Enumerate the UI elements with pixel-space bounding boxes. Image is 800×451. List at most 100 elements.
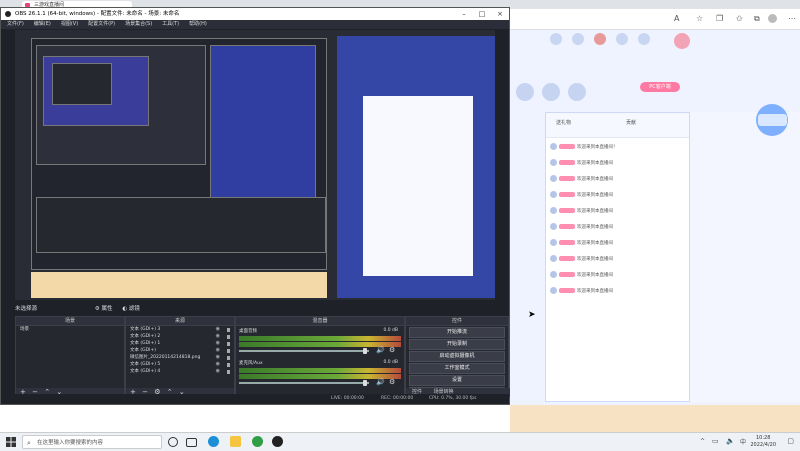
mixer-channel-db: 0.0 dB: [383, 328, 398, 333]
source-item[interactable]: 文本 (GDI+) 4 ◉: [126, 368, 234, 375]
obs-taskbar-icon[interactable]: [272, 436, 283, 447]
minimize-icon[interactable]: –: [455, 8, 473, 20]
scene-item[interactable]: 场景: [16, 326, 124, 333]
source-item[interactable]: 文本 (GDI+) 2 ◉: [126, 333, 234, 340]
source-item[interactable]: 文本 (GDI+) ◉: [126, 347, 234, 354]
system-clock[interactable]: 10:28 2022/4/20: [750, 435, 776, 449]
fan-badge: [559, 240, 575, 245]
nav-icon-3[interactable]: [594, 33, 606, 45]
nav-icon-1[interactable]: [550, 33, 562, 45]
favorites-icon[interactable]: ✩: [736, 15, 743, 23]
visibility-eye-icon[interactable]: ◉: [216, 368, 220, 375]
speaker-icon[interactable]: 🔊: [376, 346, 385, 354]
visibility-eye-icon[interactable]: ◉: [216, 361, 220, 368]
visibility-eye-icon[interactable]: ◉: [216, 347, 220, 354]
maximize-icon[interactable]: □: [473, 8, 491, 20]
volume-slider-knob[interactable]: [363, 380, 367, 386]
extensions-icon[interactable]: ⧉: [754, 15, 760, 23]
control-button[interactable]: 工作室模式: [409, 363, 505, 374]
volume-icon[interactable]: 🔈: [726, 437, 735, 445]
chat-header-right[interactable]: 贡献: [626, 119, 636, 126]
user-avatar[interactable]: [550, 175, 557, 182]
lock-icon[interactable]: [227, 335, 230, 339]
ime-icon[interactable]: 中: [740, 437, 746, 446]
source-item[interactable]: 文本 (GDI+) 1 ◉: [126, 340, 234, 347]
properties-button[interactable]: ⚙ 属性: [95, 306, 113, 312]
notifications-icon[interactable]: ▢: [787, 437, 794, 445]
rank-icon-3[interactable]: [568, 83, 586, 101]
streamer-avatar[interactable]: [674, 33, 690, 49]
nav-icon-2[interactable]: [572, 33, 584, 45]
chat-message-text: 欢迎来到本直播间！: [577, 145, 618, 150]
control-button[interactable]: 设置: [409, 375, 505, 386]
rank-icon-1[interactable]: [516, 83, 534, 101]
user-avatar[interactable]: [550, 239, 557, 246]
obs-menu-item[interactable]: 视图(V): [61, 21, 78, 27]
chat-header-left[interactable]: 送礼物: [556, 119, 571, 126]
favorite-star-icon[interactable]: ☆: [696, 15, 703, 23]
gear-icon[interactable]: ⚙: [389, 346, 395, 354]
user-avatar[interactable]: [550, 143, 557, 150]
lock-icon[interactable]: [227, 356, 230, 360]
task-view-icon[interactable]: [186, 438, 197, 447]
chrome-icon[interactable]: [252, 436, 263, 447]
chat-message: 欢迎来到本直播间: [550, 271, 685, 280]
clock-date: 2022/4/20: [750, 442, 776, 448]
profile-avatar[interactable]: [768, 14, 777, 23]
speaker-icon[interactable]: 🔊: [376, 378, 385, 386]
visibility-eye-icon[interactable]: ◉: [216, 340, 220, 347]
user-avatar[interactable]: [550, 255, 557, 262]
filters-button[interactable]: ◐ 滤镜: [122, 306, 140, 312]
user-avatar[interactable]: [550, 191, 557, 198]
obs-menu-item[interactable]: 工具(T): [162, 21, 179, 27]
chat-message-text: 欢迎来到本直播间: [577, 225, 613, 230]
control-button[interactable]: 开始录制: [409, 339, 505, 350]
fan-badge: [559, 160, 575, 165]
volume-slider-knob[interactable]: [363, 348, 367, 354]
visibility-eye-icon[interactable]: ◉: [216, 333, 220, 340]
source-item[interactable]: 文本 (GDI+) 5 ◉: [126, 361, 234, 368]
more-menu-icon[interactable]: ⋯: [788, 15, 796, 23]
pc-client-button[interactable]: PC客户端: [640, 82, 680, 92]
visibility-eye-icon[interactable]: ◉: [216, 354, 220, 361]
file-explorer-icon[interactable]: [230, 436, 241, 447]
visibility-eye-icon[interactable]: ◉: [216, 326, 220, 333]
collections-icon[interactable]: ❐: [716, 15, 723, 23]
preview-gift-strip: [31, 272, 327, 298]
gear-icon[interactable]: ⚙: [389, 378, 395, 386]
obs-menu-item[interactable]: 配置文件(P): [88, 21, 115, 27]
mixer-channel-db: 0.0 dB: [383, 360, 398, 365]
obs-preview-canvas[interactable]: [15, 30, 495, 300]
user-avatar[interactable]: [550, 287, 557, 294]
volume-slider[interactable]: [239, 380, 369, 386]
user-avatar[interactable]: [550, 223, 557, 230]
lock-icon[interactable]: [227, 328, 230, 332]
cortana-icon[interactable]: [168, 437, 178, 447]
user-avatar[interactable]: [550, 159, 557, 166]
obs-menu-item[interactable]: 场景集合(S): [125, 21, 152, 27]
obs-menu-item[interactable]: 帮助(H): [189, 21, 207, 27]
taskbar-search-input[interactable]: ⌕ 在这里输入你要搜索的内容: [22, 435, 162, 449]
edge-icon[interactable]: [208, 436, 219, 447]
lock-icon[interactable]: [227, 370, 230, 374]
rank-icon-2[interactable]: [542, 83, 560, 101]
user-avatar[interactable]: [550, 207, 557, 214]
source-item[interactable]: 文本 (GDI+) 3 ◉: [126, 326, 234, 333]
obs-menu-item[interactable]: 编辑(E): [34, 21, 51, 27]
nav-icon-4[interactable]: [616, 33, 628, 45]
obs-menu-item[interactable]: 文件(F): [7, 21, 24, 27]
lock-icon[interactable]: [227, 363, 230, 367]
translate-icon[interactable]: A: [674, 15, 679, 23]
control-button[interactable]: 开始推流: [409, 327, 505, 338]
nav-icon-5[interactable]: [638, 33, 650, 45]
lock-icon[interactable]: [227, 342, 230, 346]
control-button[interactable]: 启动虚拟摄像机: [409, 351, 505, 362]
close-icon[interactable]: ×: [491, 8, 509, 20]
user-avatar[interactable]: [550, 271, 557, 278]
volume-slider[interactable]: [239, 348, 369, 354]
windows-start-icon[interactable]: [6, 437, 16, 447]
source-item[interactable]: 微信图片_20220114214818.png ◉: [126, 354, 234, 361]
network-icon[interactable]: ▭: [712, 437, 719, 445]
tray-chevron-icon[interactable]: ^: [700, 438, 705, 445]
lock-icon[interactable]: [227, 349, 230, 353]
